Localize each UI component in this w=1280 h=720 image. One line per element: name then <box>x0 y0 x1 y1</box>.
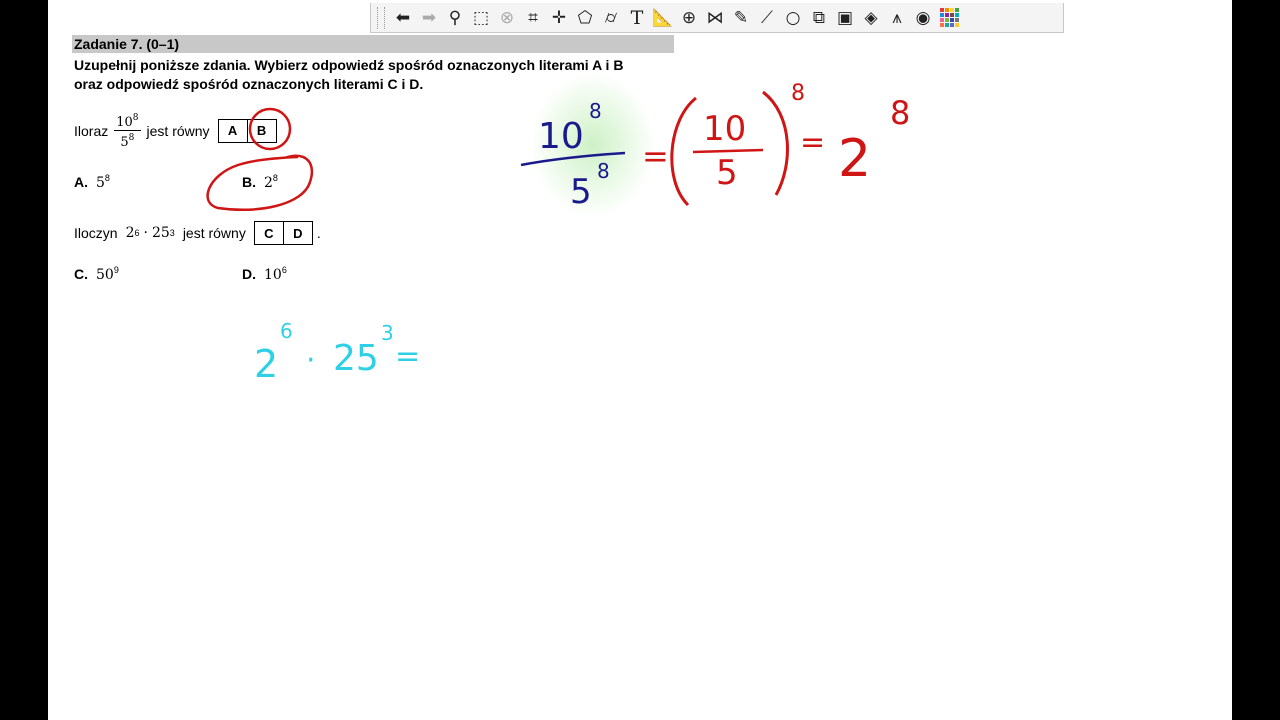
red-outer-exp: 8 <box>791 81 805 106</box>
red-frac-den: 5 <box>716 153 738 193</box>
red-open-paren <box>670 96 697 207</box>
red-fraction-bar <box>692 148 764 154</box>
red-result: 2 <box>838 129 871 189</box>
blue-den: 5 <box>570 172 592 212</box>
blue-den-exp: 8 <box>597 159 610 183</box>
cyan-equals: = <box>395 339 420 374</box>
cyan-exp-2: 3 <box>381 321 394 345</box>
cyan-base-1: 2 <box>254 342 278 386</box>
red-circle-option-b <box>206 154 314 212</box>
red-close-paren <box>762 90 789 196</box>
worksheet-canvas[interactable]: ⬅ ➡ ⚲ ⬚ ⊗ ⌗ ✛ ⬠ ⌭ T 📐 ⊕ ⋈ ✎ ⟋ ○ ⧉ ▣ ◈ ⩚ ◉ Zadanie 7. (0–1) U… <box>48 0 1232 720</box>
red-equals-1: = <box>642 137 669 175</box>
ink-layer: 10 8 5 8 = 10 5 8 = 2 8 2 6 · 25 3 = <box>206 73 910 386</box>
red-frac-num: 10 <box>703 109 746 149</box>
cyan-exp-1: 6 <box>280 319 293 343</box>
red-circle-box-b <box>248 107 292 151</box>
blue-num: 10 <box>538 116 584 157</box>
blue-num-exp: 8 <box>589 99 602 123</box>
cyan-base-2: 25 <box>333 338 379 379</box>
cyan-dot: · <box>306 343 316 378</box>
red-result-exp: 8 <box>890 94 910 132</box>
red-equals-2: = <box>800 125 825 160</box>
